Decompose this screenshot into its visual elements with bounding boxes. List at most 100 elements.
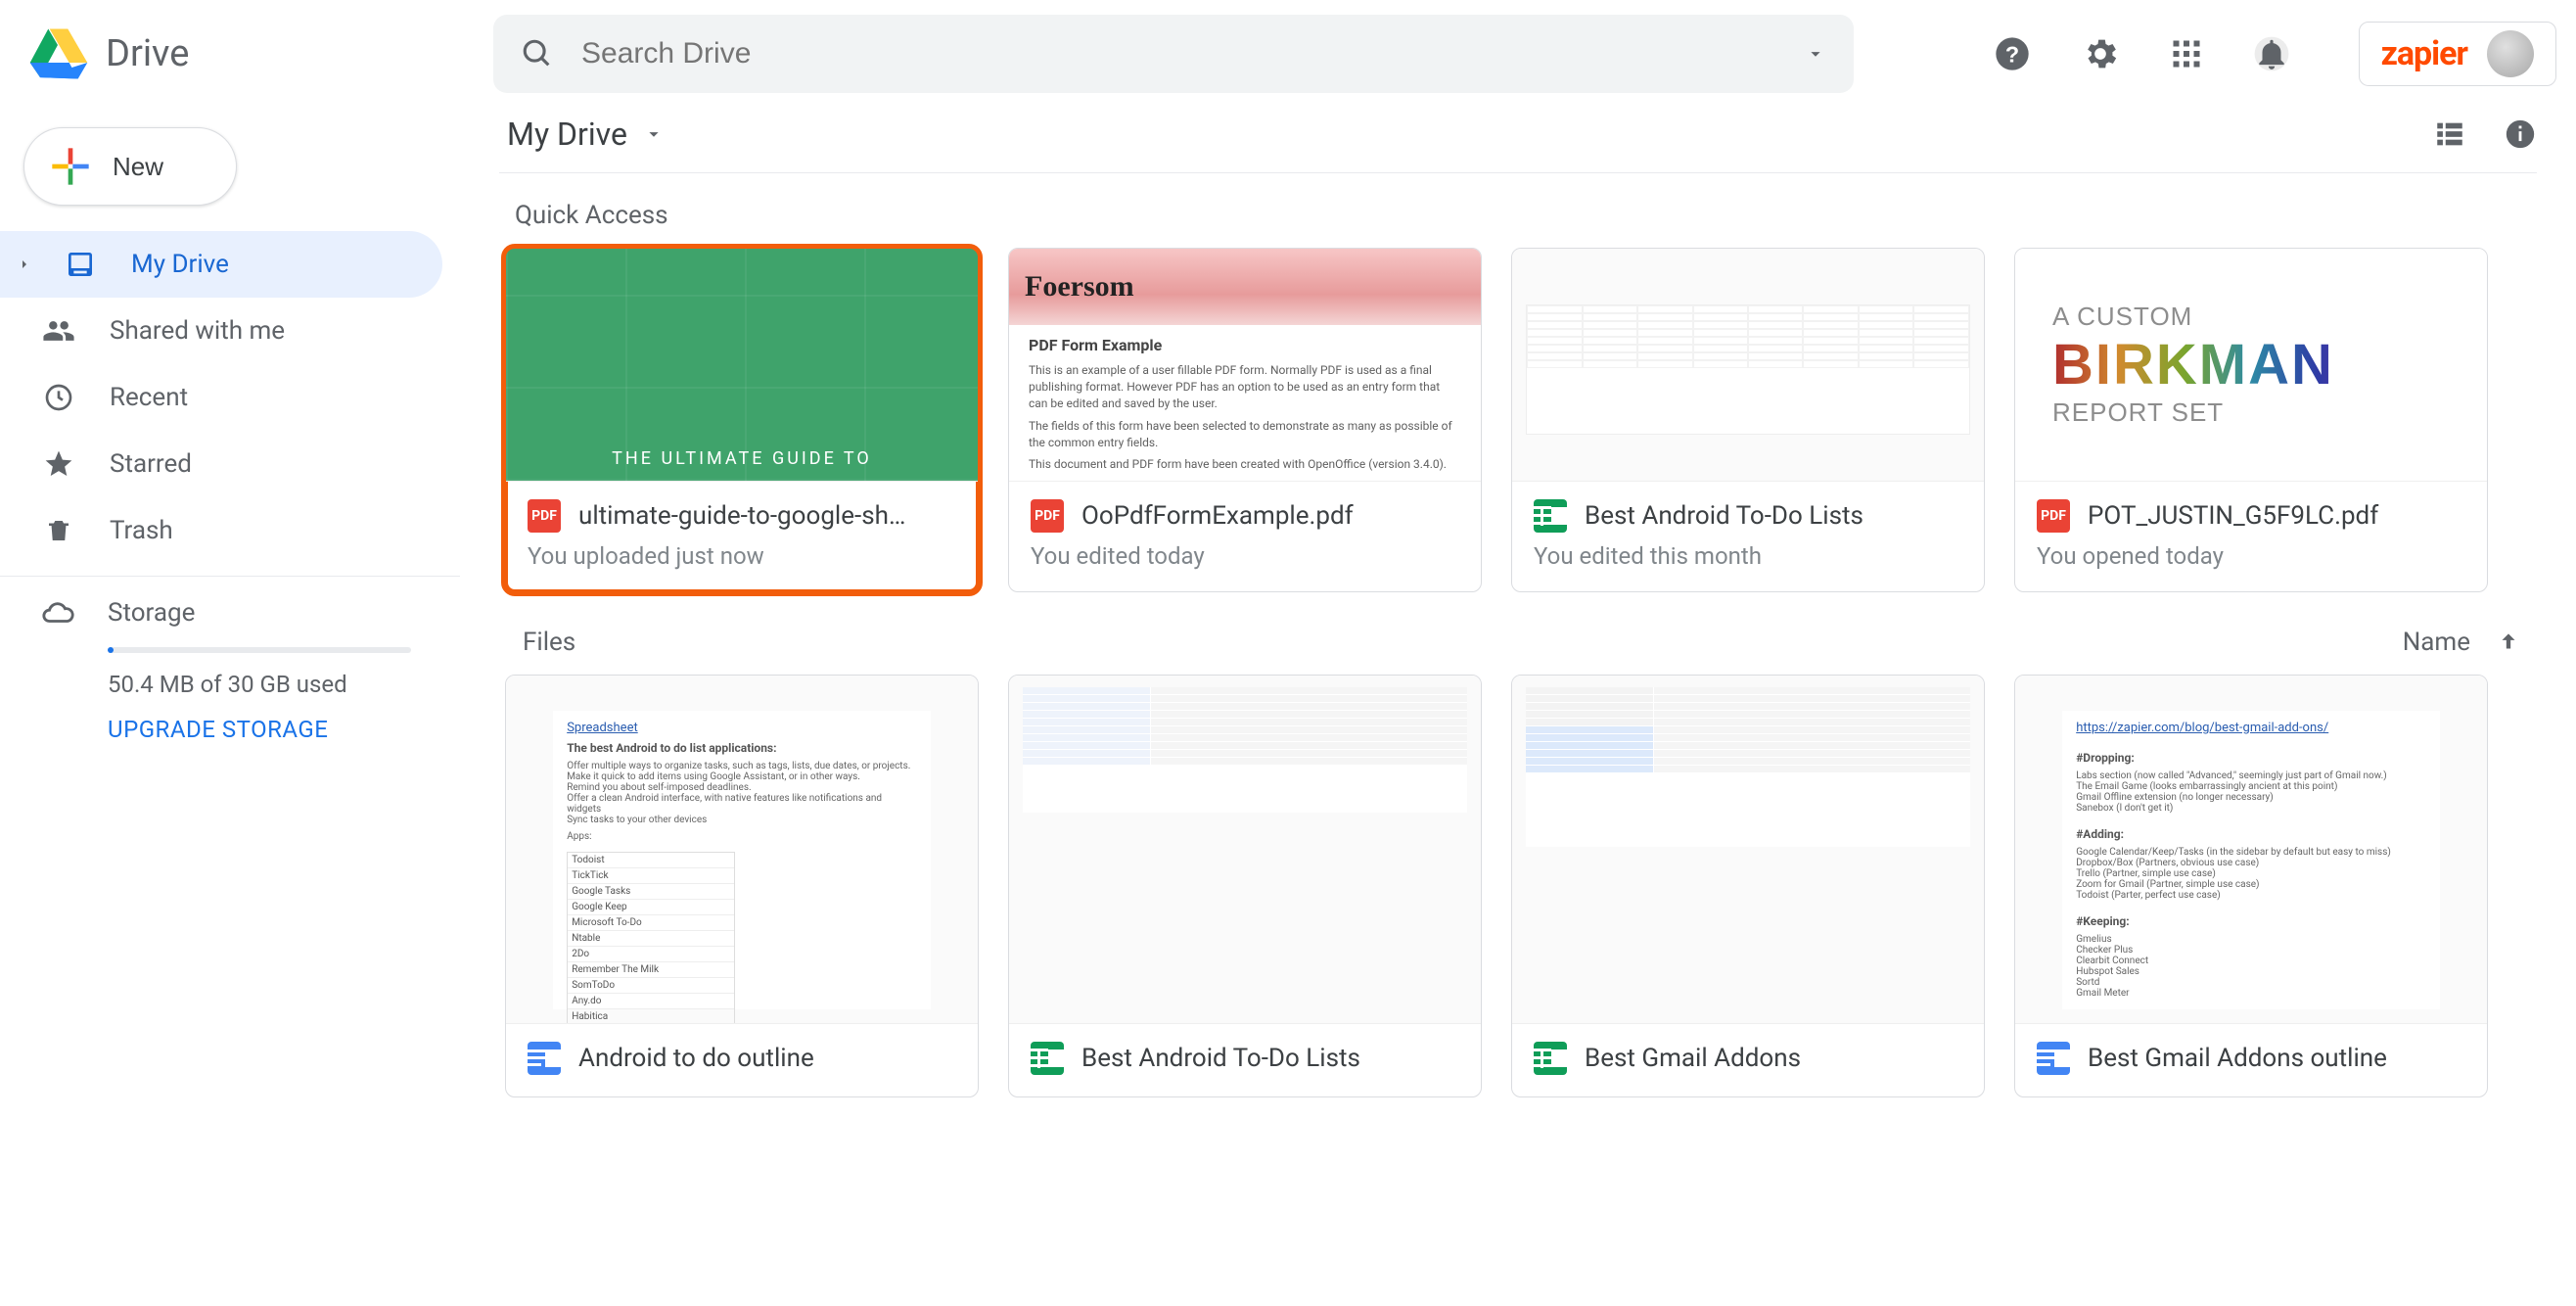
thumb-text: Clearbit Connect bbox=[2076, 956, 2426, 966]
thumb-table: Todoist TickTick Google Tasks Google Kee… bbox=[567, 852, 735, 1024]
thumb-text: The best Android to do list applications… bbox=[567, 741, 917, 755]
thumb-text: #Adding: bbox=[2076, 827, 2426, 841]
sort-label: Name bbox=[2403, 628, 2470, 657]
storage-usage-text: 50.4 MB of 30 GB used bbox=[108, 671, 460, 698]
pdf-icon: PDF bbox=[2037, 499, 2070, 533]
quick-access-card[interactable]: Foersom PDF Form Example This is an exam… bbox=[1008, 248, 1482, 592]
quick-access-label: Quick Access bbox=[499, 173, 2537, 248]
sheets-icon bbox=[1031, 1042, 1064, 1075]
thumb-text: Sync tasks to your other devices bbox=[567, 815, 917, 825]
quick-access-grid: THE ULTIMATE GUIDE TO PDF ultimate-guide… bbox=[499, 248, 2537, 592]
view-details-icon[interactable] bbox=[2504, 117, 2537, 151]
file-card[interactable]: Spreadsheet The best Android to do list … bbox=[505, 675, 979, 1097]
logo-block[interactable]: Drive bbox=[20, 27, 470, 80]
sidebar-item-my-drive[interactable]: My Drive bbox=[0, 231, 442, 298]
quick-access-card[interactable]: THE ULTIMATE GUIDE TO PDF ultimate-guide… bbox=[505, 248, 979, 592]
card-title: Android to do outline bbox=[578, 1044, 956, 1073]
file-card[interactable]: Best Android To-Do Lists bbox=[1008, 675, 1482, 1097]
avatar[interactable] bbox=[2487, 30, 2534, 77]
card-thumbnail: Foersom PDF Form Example This is an exam… bbox=[1009, 249, 1481, 482]
search-input[interactable] bbox=[581, 37, 1777, 70]
star-icon bbox=[41, 448, 76, 480]
sidebar-item-label: Trash bbox=[110, 516, 173, 545]
expand-caret-icon[interactable] bbox=[14, 257, 35, 272]
people-icon bbox=[41, 314, 76, 348]
sidebar: New My Drive Shared with me Recent bbox=[0, 108, 460, 1097]
thumb-text: REPORT SET bbox=[2052, 397, 2450, 428]
content: My Drive Quick Access THE ULTIMATE GU bbox=[460, 108, 2576, 1097]
brand-label: zapier bbox=[2381, 34, 2467, 73]
docs-icon bbox=[528, 1042, 561, 1075]
clock-icon bbox=[41, 382, 76, 413]
breadcrumb-root[interactable]: My Drive bbox=[507, 116, 665, 153]
card-thumbnail: A CUSTOM BIRKMAN REPORT SET bbox=[2015, 249, 2487, 482]
account-brand-chip[interactable]: zapier bbox=[2359, 22, 2556, 86]
card-title: ultimate-guide-to-google-sh… bbox=[578, 501, 956, 531]
sheets-icon bbox=[1534, 1042, 1567, 1075]
plus-icon bbox=[50, 146, 91, 187]
settings-gear-icon[interactable] bbox=[2081, 34, 2120, 73]
thumb-text: Sanebox (I don't get it) bbox=[2076, 803, 2426, 814]
sidebar-item-recent[interactable]: Recent bbox=[0, 364, 442, 431]
sidebar-item-shared[interactable]: Shared with me bbox=[0, 298, 442, 364]
files-label: Files bbox=[523, 628, 575, 657]
sheets-icon bbox=[1534, 499, 1567, 533]
thumb-foersom-title: Foersom bbox=[1009, 249, 1481, 325]
upgrade-storage-link[interactable]: UPGRADE STORAGE bbox=[108, 716, 460, 743]
search-options-dropdown-icon[interactable] bbox=[1805, 43, 1826, 65]
sidebar-item-storage[interactable]: Storage bbox=[41, 596, 460, 630]
drive-logo-icon bbox=[29, 27, 88, 80]
cloud-icon bbox=[41, 596, 74, 630]
card-subtitle: You opened today bbox=[2015, 542, 2487, 591]
sidebar-item-label: Recent bbox=[110, 383, 188, 412]
quick-access-card[interactable]: A CUSTOM BIRKMAN REPORT SET PDF POT_JUST… bbox=[2014, 248, 2488, 592]
card-thumbnail bbox=[1512, 249, 1984, 482]
thumb-text: This is an example of a user fillable PD… bbox=[1029, 362, 1461, 411]
search-box[interactable] bbox=[493, 15, 1854, 93]
sidebar-item-label: Starred bbox=[110, 449, 192, 479]
sidebar-item-trash[interactable]: Trash bbox=[0, 497, 442, 564]
thumb-text: This document and PDF form have been cre… bbox=[1029, 456, 1461, 473]
thumb-text: Todoist (Parter, perfect use case) bbox=[2076, 890, 2426, 901]
thumb-text: Offer a clean Android interface, with na… bbox=[567, 793, 917, 815]
header: Drive ? zapier bbox=[0, 0, 2576, 108]
list-view-icon[interactable] bbox=[2433, 117, 2466, 151]
pdf-icon: PDF bbox=[528, 499, 561, 533]
thumb-text: Trello (Partner, simple use case) bbox=[2076, 868, 2426, 879]
sidebar-item-starred[interactable]: Starred bbox=[0, 431, 442, 497]
thumb-text: BIRKMAN bbox=[2052, 332, 2450, 397]
card-subtitle: You uploaded just now bbox=[506, 542, 978, 591]
card-title: Best Android To-Do Lists bbox=[1585, 501, 1962, 531]
search-icon[interactable] bbox=[521, 37, 554, 70]
file-card[interactable]: https://zapier.com/blog/best-gmail-add-o… bbox=[2014, 675, 2488, 1097]
card-subtitle: You edited today bbox=[1009, 542, 1481, 591]
path-row: My Drive bbox=[499, 108, 2537, 173]
thumb-text: The Email Game (looks embarrassingly anc… bbox=[2076, 781, 2426, 792]
thumb-text: Gmail Offline extension (no longer neces… bbox=[2076, 792, 2426, 803]
sidebar-item-label: Storage bbox=[108, 598, 195, 628]
header-icons: ? zapier bbox=[1993, 22, 2556, 86]
card-thumbnail: THE ULTIMATE GUIDE TO bbox=[506, 249, 978, 482]
thumb-text: #Keeping: bbox=[2076, 914, 2426, 928]
help-icon[interactable]: ? bbox=[1993, 34, 2032, 73]
files-grid: Spreadsheet The best Android to do list … bbox=[499, 675, 2537, 1097]
card-title: POT_JUSTIN_G5F9LC.pdf bbox=[2088, 501, 2465, 531]
storage-bar bbox=[108, 647, 411, 653]
thumb-text: Remind you about self-imposed deadlines. bbox=[567, 782, 917, 793]
sort-control[interactable]: Name bbox=[2403, 628, 2521, 657]
thumb-text: A CUSTOM bbox=[2052, 302, 2450, 332]
notifications-bell-icon[interactable] bbox=[2253, 35, 2290, 72]
card-title: Best Gmail Addons bbox=[1585, 1044, 1962, 1073]
card-subtitle: You edited this month bbox=[1512, 542, 1984, 591]
thumb-text: Offer multiple ways to organize tasks, s… bbox=[567, 761, 917, 771]
thumb-text: Google Calendar/Keep/Tasks (in the sideb… bbox=[2076, 847, 2426, 858]
sidebar-item-label: Shared with me bbox=[110, 316, 285, 346]
thumb-text: Spreadsheet bbox=[567, 721, 917, 735]
apps-grid-icon[interactable] bbox=[2169, 36, 2204, 71]
card-thumbnail bbox=[1009, 676, 1481, 1024]
file-card[interactable]: Best Gmail Addons bbox=[1511, 675, 1985, 1097]
arrow-up-icon[interactable] bbox=[2496, 630, 2521, 655]
quick-access-card[interactable]: Best Android To-Do Lists You edited this… bbox=[1511, 248, 1985, 592]
thumb-text: PDF Form Example bbox=[1029, 335, 1461, 356]
new-button[interactable]: New bbox=[23, 127, 237, 206]
